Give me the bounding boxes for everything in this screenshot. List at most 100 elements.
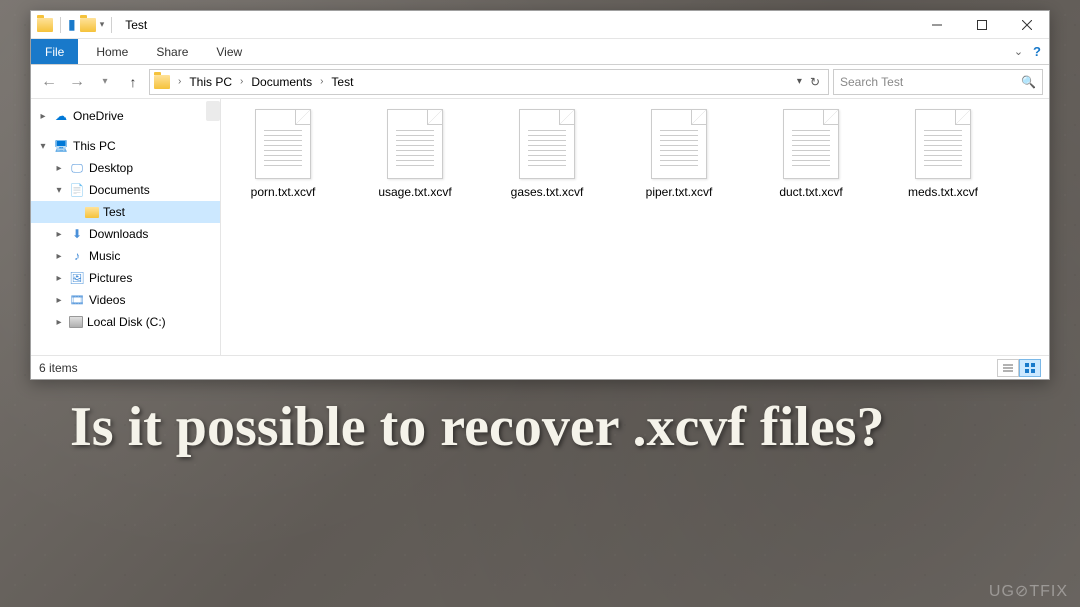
tree-label: Desktop	[89, 161, 133, 175]
quick-access-toolbar: ▮ ▾ Test	[31, 16, 147, 33]
recent-locations-button[interactable]: ▾	[93, 70, 117, 94]
tree-label: Downloads	[89, 227, 148, 241]
ribbon-tab-share[interactable]: Share	[142, 39, 202, 64]
file-item[interactable]: usage.txt.xcvf	[367, 109, 463, 199]
file-name: meds.txt.xcvf	[908, 185, 978, 199]
ribbon-tab-view[interactable]: View	[202, 39, 256, 64]
ribbon: File Home Share View ⌄ ?	[31, 39, 1049, 65]
icons-view-icon	[1025, 363, 1035, 373]
tree-label: Local Disk (C:)	[87, 315, 166, 329]
file-name: gases.txt.xcvf	[511, 185, 584, 199]
refresh-icon[interactable]: ↻	[810, 75, 820, 89]
address-folder-icon	[154, 75, 170, 89]
expander-icon[interactable]: ▸	[53, 163, 65, 174]
file-icon	[651, 109, 707, 179]
window-controls	[914, 11, 1049, 39]
details-view-icon	[1003, 363, 1013, 373]
tree-item-localdisk[interactable]: ▸ Local Disk (C:)	[31, 311, 220, 333]
tree-item-onedrive[interactable]: ▸ ☁ OneDrive	[31, 105, 220, 127]
close-button[interactable]	[1004, 11, 1049, 39]
tree-label: Documents	[89, 183, 150, 197]
expander-icon[interactable]: ▸	[53, 317, 65, 328]
expander-icon[interactable]: ▸	[53, 295, 65, 306]
breadcrumb-segment[interactable]: Documents	[247, 70, 316, 94]
address-dropdown-icon[interactable]: ▾	[797, 76, 802, 87]
minimize-button[interactable]	[914, 11, 959, 39]
file-icon	[387, 109, 443, 179]
caption-overlay: Is it possible to recover .xcvf files?	[70, 395, 1010, 459]
search-input[interactable]	[840, 75, 1021, 89]
thispc-icon: 🖥	[53, 138, 69, 154]
file-item[interactable]: meds.txt.xcvf	[895, 109, 991, 199]
back-button[interactable]: ←	[37, 70, 61, 94]
file-item[interactable]: duct.txt.xcvf	[763, 109, 859, 199]
tree-label: Videos	[89, 293, 125, 307]
file-name: piper.txt.xcvf	[646, 185, 713, 199]
navigation-bar: ← → ▾ ↑ › This PC › Documents › Test ▾ ↻…	[31, 65, 1049, 99]
tree-item-pictures[interactable]: ▸ 🖼 Pictures	[31, 267, 220, 289]
file-list[interactable]: porn.txt.xcvf usage.txt.xcvf gases.txt.x…	[221, 99, 1049, 355]
address-bar[interactable]: › This PC › Documents › Test ▾ ↻	[149, 69, 829, 95]
expander-icon[interactable]: ▸	[53, 273, 65, 284]
tree-item-music[interactable]: ▸ ♪ Music	[31, 245, 220, 267]
qat-separator-2	[111, 17, 112, 33]
watermark: UG⊘TFIX	[989, 581, 1068, 601]
icons-view-button[interactable]	[1019, 359, 1041, 377]
maximize-button[interactable]	[959, 11, 1004, 39]
file-icon	[915, 109, 971, 179]
chevron-right-icon[interactable]: ›	[318, 76, 325, 87]
search-box[interactable]: 🔍	[833, 69, 1043, 95]
search-icon[interactable]: 🔍	[1021, 75, 1036, 89]
file-item[interactable]: gases.txt.xcvf	[499, 109, 595, 199]
help-icon[interactable]: ?	[1033, 44, 1041, 59]
qat-folder-icon[interactable]	[80, 18, 96, 32]
pictures-icon: 🖼	[69, 270, 85, 286]
file-name: usage.txt.xcvf	[378, 185, 451, 199]
file-name: duct.txt.xcvf	[779, 185, 842, 199]
file-icon	[519, 109, 575, 179]
tree-label: OneDrive	[73, 109, 124, 123]
tree-item-desktop[interactable]: ▸ 🖵 Desktop	[31, 157, 220, 179]
disk-icon	[69, 316, 83, 328]
onedrive-icon: ☁	[53, 108, 69, 124]
details-view-button[interactable]	[997, 359, 1019, 377]
expander-icon[interactable]: ▸	[37, 111, 49, 122]
explorer-window: ▮ ▾ Test File Home Share View ⌄ ?	[30, 10, 1050, 380]
folder-icon	[85, 207, 99, 218]
downloads-icon: ⬇	[69, 226, 85, 242]
tree-item-test[interactable]: Test	[31, 201, 220, 223]
file-item[interactable]: piper.txt.xcvf	[631, 109, 727, 199]
tree-label: Music	[89, 249, 120, 263]
documents-icon: 📄	[69, 182, 85, 198]
expander-icon[interactable]: ▾	[53, 185, 65, 196]
videos-icon: 🎞	[69, 292, 85, 308]
tree-label: Test	[103, 205, 125, 219]
expander-icon[interactable]: ▸	[53, 229, 65, 240]
expander-icon[interactable]: ▾	[37, 141, 49, 152]
chevron-right-icon[interactable]: ›	[238, 76, 245, 87]
window-icon	[37, 18, 53, 32]
maximize-icon	[977, 20, 987, 30]
chevron-right-icon[interactable]: ›	[176, 76, 183, 87]
breadcrumb-segment[interactable]: Test	[327, 70, 357, 94]
qat-pin-icon[interactable]: ▮	[68, 16, 76, 33]
tree-item-documents[interactable]: ▾ 📄 Documents	[31, 179, 220, 201]
tree-item-thispc[interactable]: ▾ 🖥 This PC	[31, 135, 220, 157]
tree-item-videos[interactable]: ▸ 🎞 Videos	[31, 289, 220, 311]
file-name: porn.txt.xcvf	[251, 185, 316, 199]
tree-item-downloads[interactable]: ▸ ⬇ Downloads	[31, 223, 220, 245]
breadcrumb-segment[interactable]: This PC	[185, 70, 236, 94]
up-button[interactable]: ↑	[121, 70, 145, 94]
expander-icon[interactable]: ▸	[53, 251, 65, 262]
navigation-pane[interactable]: ▸ ☁ OneDrive ▾ 🖥 This PC ▸ 🖵 Desktop ▾ 📄…	[31, 99, 221, 355]
ribbon-tab-file[interactable]: File	[31, 39, 78, 64]
tree-label: This PC	[73, 139, 116, 153]
ribbon-tab-home[interactable]: Home	[82, 39, 142, 64]
titlebar: ▮ ▾ Test	[31, 11, 1049, 39]
forward-button[interactable]: →	[65, 70, 89, 94]
ribbon-expand-icon[interactable]: ⌄	[1014, 45, 1023, 58]
file-item[interactable]: porn.txt.xcvf	[235, 109, 331, 199]
close-icon	[1022, 20, 1032, 30]
qat-dropdown-icon[interactable]: ▾	[100, 19, 105, 30]
qat-separator	[60, 17, 61, 33]
